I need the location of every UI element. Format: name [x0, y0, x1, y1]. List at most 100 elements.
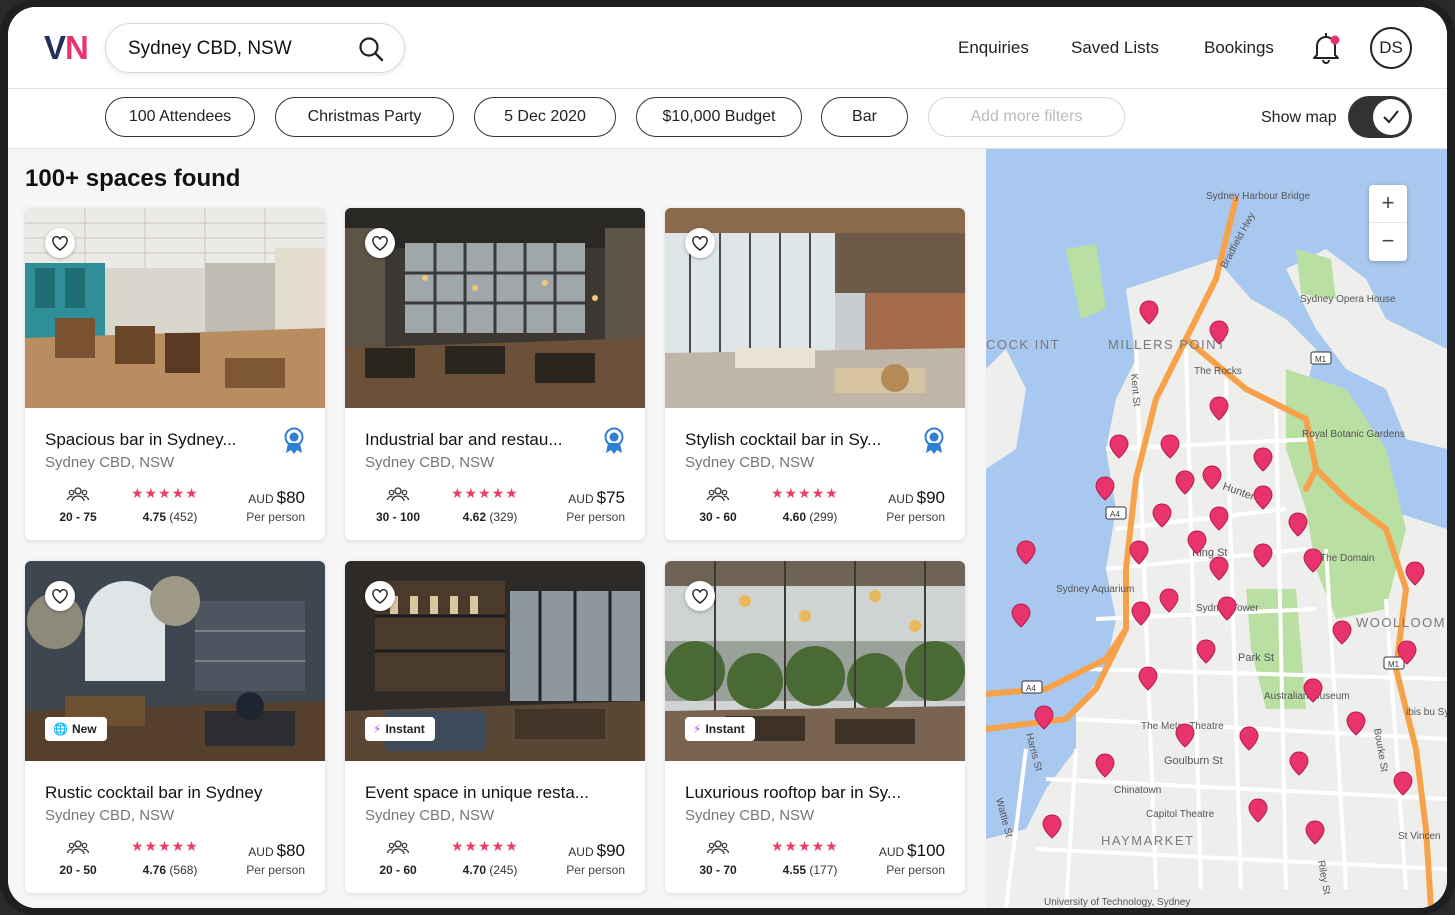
rating-stars-icon: ★★★★★ [771, 838, 839, 854]
toggle-knob [1373, 99, 1409, 135]
carousel-dots[interactable] [473, 878, 518, 883]
venue-location: Sydney CBD, NSW [45, 807, 175, 824]
venue-rating: 4.55 (177) [782, 863, 838, 877]
venue-location: Sydney CBD, NSW [365, 807, 495, 824]
heart-icon [52, 236, 68, 251]
rating-stars-icon: ★★★★★ [131, 485, 199, 501]
zoom-out-button[interactable]: − [1369, 223, 1407, 261]
add-filters-input[interactable]: Add more filters [928, 97, 1125, 137]
carousel-dots[interactable] [153, 525, 198, 530]
venue-card[interactable]: ⚡ Instant Luxurious rooftop bar in Sy... … [665, 561, 965, 893]
venue-title[interactable]: Stylish cocktail bar in Sy... [685, 430, 915, 450]
heart-icon [372, 236, 388, 251]
venue-title[interactable]: Rustic cocktail bar in Sydney [45, 783, 275, 803]
search-icon[interactable] [358, 36, 384, 62]
carousel-dots[interactable] [793, 878, 838, 883]
app-window: VN Sydney CBD, NSW Enquiries Saved Lists… [8, 7, 1447, 908]
map-label-woolloomooloo: WOOLLOOM [1356, 615, 1446, 630]
map-canvas[interactable]: Sydney Harbour Bridge Sydney Opera House… [986, 149, 1447, 908]
map-label-st-vincents: St Vincen [1398, 831, 1441, 842]
nav-bookings[interactable]: Bookings [1204, 38, 1274, 58]
venue-title[interactable]: Luxurious rooftop bar in Sy... [685, 783, 915, 803]
filter-event-type[interactable]: Christmas Party [275, 97, 454, 137]
venue-price: AUD $90 [888, 488, 945, 507]
venue-card[interactable]: ⚡ Instant Event space in unique resta... … [345, 561, 645, 893]
price-unit: Per person [566, 510, 625, 524]
venue-title[interactable]: Spacious bar in Sydney... [45, 430, 275, 450]
bell-icon[interactable] [1311, 31, 1341, 65]
map-label-uts: University of Technology, Sydney [1044, 897, 1190, 908]
map-label-aquarium: Sydney Aquarium [1056, 584, 1134, 595]
logo[interactable]: VN [44, 29, 89, 67]
people-icon [67, 487, 89, 502]
venue-capacity: 20 - 50 [59, 863, 97, 877]
filter-venue-type[interactable]: Bar [821, 97, 908, 137]
map-label-ibis: ibis bu Sydney [1406, 707, 1447, 718]
svg-text:A4: A4 [1110, 510, 1120, 519]
favorite-button[interactable] [685, 228, 715, 258]
favorite-button[interactable] [685, 581, 715, 611]
carousel-dots[interactable] [473, 525, 518, 530]
instant-badge: ⚡ Instant [685, 717, 755, 741]
favorite-button[interactable] [45, 228, 75, 258]
map-label-haymarket: HAYMARKET [1101, 833, 1194, 848]
venue-location: Sydney CBD, NSW [365, 454, 495, 471]
search-input[interactable]: Sydney CBD, NSW [105, 23, 405, 73]
venue-card[interactable]: Stylish cocktail bar in Sy... Sydney CBD… [665, 208, 965, 540]
venue-card[interactable]: 🌐 New Rustic cocktail bar in Sydney Sydne… [25, 561, 325, 893]
venue-location: Sydney CBD, NSW [45, 454, 175, 471]
venue-location: Sydney CBD, NSW [685, 454, 815, 471]
map-panel[interactable]: Sydney Harbour Bridge Sydney Opera House… [986, 149, 1447, 908]
filters-bar: 100 Attendees Christmas Party 5 Dec 2020… [8, 89, 1447, 149]
award-icon [284, 427, 304, 454]
svg-text:M1: M1 [1315, 355, 1327, 364]
avatar[interactable]: DS [1370, 27, 1412, 69]
venue-card[interactable]: Spacious bar in Sydney... Sydney CBD, NS… [25, 208, 325, 540]
map-label-park-st: Park St [1238, 652, 1274, 664]
people-icon [707, 840, 729, 855]
map-label-botanic-gardens: Royal Botanic Gardens [1302, 429, 1405, 440]
venue-location: Sydney CBD, NSW [685, 807, 815, 824]
venue-card[interactable]: Industrial bar and restau... Sydney CBD,… [345, 208, 645, 540]
price-unit: Per person [566, 863, 625, 877]
map-zoom-controls: + − [1369, 185, 1407, 261]
map-label-harbour-bridge: Sydney Harbour Bridge [1206, 191, 1310, 202]
venue-capacity: 20 - 75 [59, 510, 97, 524]
venue-capacity: 20 - 60 [379, 863, 417, 877]
filter-attendees[interactable]: 100 Attendees [105, 97, 255, 137]
venue-capacity: 30 - 70 [699, 863, 737, 877]
venue-price: AUD $90 [568, 841, 625, 860]
check-icon [1383, 110, 1399, 124]
venue-rating: 4.76 (568) [142, 863, 198, 877]
venue-capacity: 30 - 60 [699, 510, 737, 524]
nav-saved-lists[interactable]: Saved Lists [1071, 38, 1159, 58]
favorite-button[interactable] [365, 581, 395, 611]
zoom-in-button[interactable]: + [1369, 185, 1407, 223]
carousel-dots[interactable] [793, 525, 838, 530]
heart-icon [52, 589, 68, 604]
filter-date[interactable]: 5 Dec 2020 [474, 97, 616, 137]
map-label-opera-house: Sydney Opera House [1300, 294, 1396, 305]
award-icon [924, 427, 944, 454]
lightning-icon: ⚡ [693, 722, 702, 736]
price-unit: Per person [886, 510, 945, 524]
new-badge: 🌐 New [45, 717, 107, 741]
venue-title[interactable]: Industrial bar and restau... [365, 430, 595, 450]
venue-title[interactable]: Event space in unique resta... [365, 783, 595, 803]
filter-budget[interactable]: $10,000 Budget [636, 97, 802, 137]
venue-price: AUD $80 [248, 841, 305, 860]
show-map-label: Show map [1261, 109, 1337, 126]
results-list: 100+ spaces found Spacious bar in Sydney… [8, 149, 986, 908]
heart-icon [372, 589, 388, 604]
heart-icon [692, 589, 708, 604]
price-unit: Per person [886, 863, 945, 877]
show-map-toggle[interactable] [1348, 96, 1412, 138]
venue-rating: 4.62 (329) [462, 510, 518, 524]
nav-enquiries[interactable]: Enquiries [958, 38, 1029, 58]
map-label-goulburn-st: Goulburn St [1164, 755, 1223, 767]
favorite-button[interactable] [365, 228, 395, 258]
venue-rating: 4.60 (299) [782, 510, 838, 524]
favorite-button[interactable] [45, 581, 75, 611]
people-icon [387, 487, 409, 502]
people-icon [67, 840, 89, 855]
